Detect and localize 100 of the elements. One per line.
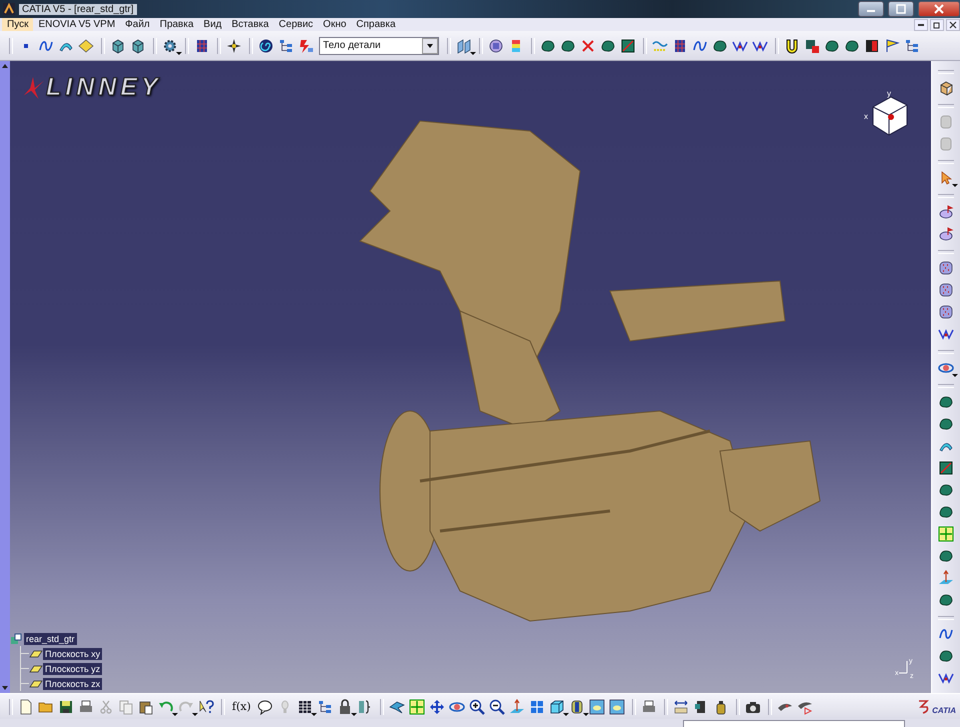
menu-item[interactable]: Файл [120, 18, 155, 31]
solid-shape-icon[interactable] [844, 38, 860, 54]
brand-logo-icon [917, 698, 932, 714]
picture-icon[interactable] [588, 698, 605, 714]
solid-shape-icon[interactable] [938, 592, 954, 608]
tree-item[interactable]: Плоскость zx [43, 678, 102, 690]
solid-shape-icon[interactable] [824, 38, 840, 54]
cube-icon[interactable] [130, 38, 146, 54]
tree-icon[interactable] [316, 698, 333, 714]
close-button[interactable] [946, 18, 960, 30]
point-cloud-icon[interactable] [938, 304, 954, 320]
square-icon[interactable] [620, 38, 636, 54]
page-icon[interactable] [18, 698, 34, 714]
point-cloud-icon[interactable] [938, 282, 954, 298]
magnet-icon[interactable] [784, 38, 800, 54]
tree-item[interactable]: Плоскость yz [43, 662, 102, 674]
solid-shape-icon[interactable] [938, 648, 954, 664]
ruler-icon[interactable] [672, 698, 689, 714]
grid-icon[interactable] [194, 38, 210, 54]
chat-icon[interactable] [256, 698, 273, 714]
solid-shape-icon[interactable] [938, 548, 954, 564]
printer-icon[interactable] [78, 698, 94, 714]
cube-icon[interactable] [548, 698, 565, 714]
command-field[interactable] [683, 720, 905, 727]
solid-shape-icon[interactable] [712, 38, 728, 54]
solid-shape-icon[interactable] [938, 504, 954, 520]
gear-icon[interactable] [162, 38, 178, 54]
close-icon [934, 4, 944, 14]
square-icon[interactable] [864, 38, 880, 54]
minimize-icon [918, 24, 924, 26]
lightning-icon[interactable] [298, 38, 314, 54]
restore-icon [933, 20, 941, 28]
printer-icon[interactable] [640, 698, 657, 714]
plane-icon[interactable] [388, 698, 405, 714]
minimize-button[interactable] [914, 18, 928, 30]
move-icon[interactable] [428, 698, 445, 714]
zoom-out-icon[interactable] [488, 698, 505, 714]
diamond-icon[interactable] [78, 38, 94, 54]
restore-button[interactable] [888, 1, 914, 17]
cube-icon[interactable] [110, 38, 126, 54]
cross-icon[interactable] [580, 38, 596, 54]
menu-item[interactable]: Вставка [226, 18, 274, 31]
plane-icon [29, 650, 43, 658]
squares-icon[interactable] [804, 38, 820, 54]
solid-shape-icon[interactable] [600, 38, 616, 54]
menu-item[interactable]: ENOVIA V5 VPM [33, 18, 120, 31]
restore-icon [896, 4, 906, 14]
formula-button[interactable]: f(x) [231, 700, 252, 713]
body-dropdown[interactable]: Тело детали [319, 36, 439, 54]
menu-item[interactable]: Вид [198, 18, 227, 31]
fit-icon[interactable] [938, 526, 954, 542]
bracket-icon[interactable] [356, 698, 373, 714]
star-icon[interactable] [226, 38, 242, 54]
plane-icon [29, 664, 43, 672]
paste-icon[interactable] [138, 698, 154, 714]
cylinder-icon[interactable] [568, 698, 585, 714]
four-pane-icon[interactable] [528, 698, 545, 714]
solid-shape-icon[interactable] [560, 38, 576, 54]
zoom-in-icon[interactable] [468, 698, 485, 714]
solid-shape-icon[interactable] [540, 38, 556, 54]
dropdown-arrow-icon [426, 42, 434, 48]
solid-shape-icon[interactable] [938, 482, 954, 498]
minimize-button[interactable] [858, 1, 884, 17]
frame-icon[interactable] [938, 80, 954, 96]
square-icon[interactable] [938, 460, 954, 476]
close-icon [949, 20, 957, 28]
flag-icon[interactable] [884, 38, 900, 54]
table-icon[interactable] [296, 698, 313, 714]
normal-view-icon[interactable] [508, 698, 525, 714]
restore-button[interactable] [930, 18, 944, 30]
tree-icon[interactable] [278, 38, 294, 54]
brand-text: CATIA [932, 706, 956, 714]
planes-icon[interactable] [456, 38, 472, 54]
solid-shape-icon[interactable] [938, 416, 954, 432]
plane-icon [29, 680, 43, 688]
menu-item[interactable]: Окно [318, 18, 352, 31]
save-icon[interactable] [58, 698, 74, 714]
part-icon [10, 632, 22, 644]
curve-icon[interactable] [938, 626, 954, 642]
close-button[interactable] [918, 1, 960, 17]
menu-item[interactable]: Правка [154, 18, 199, 31]
tree-icon[interactable] [904, 38, 920, 54]
help-icon[interactable] [198, 698, 214, 714]
menu-item[interactable]: Пуск [2, 18, 34, 31]
menu-item[interactable]: Справка [351, 18, 401, 31]
picture-icon[interactable] [608, 698, 625, 714]
tree-item[interactable]: rear_std_gtr [24, 632, 77, 644]
spiral-icon[interactable] [258, 38, 274, 54]
logo-text: LINNEY [46, 73, 162, 102]
app-icon [3, 3, 15, 15]
menu-item[interactable]: Сервис [274, 18, 318, 31]
normal-view-icon[interactable] [938, 570, 954, 586]
grid-icon[interactable] [672, 38, 688, 54]
flag-marker-icon[interactable] [938, 204, 954, 220]
flag-marker-icon[interactable] [938, 226, 954, 242]
point-cloud-icon[interactable] [938, 260, 954, 276]
solid-shape-icon[interactable] [938, 394, 954, 410]
tree-item[interactable]: Плоскость xy [43, 648, 102, 660]
star-logo-icon [22, 76, 44, 98]
window-title: CATIA V5 - [rear_std_gtr] [19, 4, 137, 14]
